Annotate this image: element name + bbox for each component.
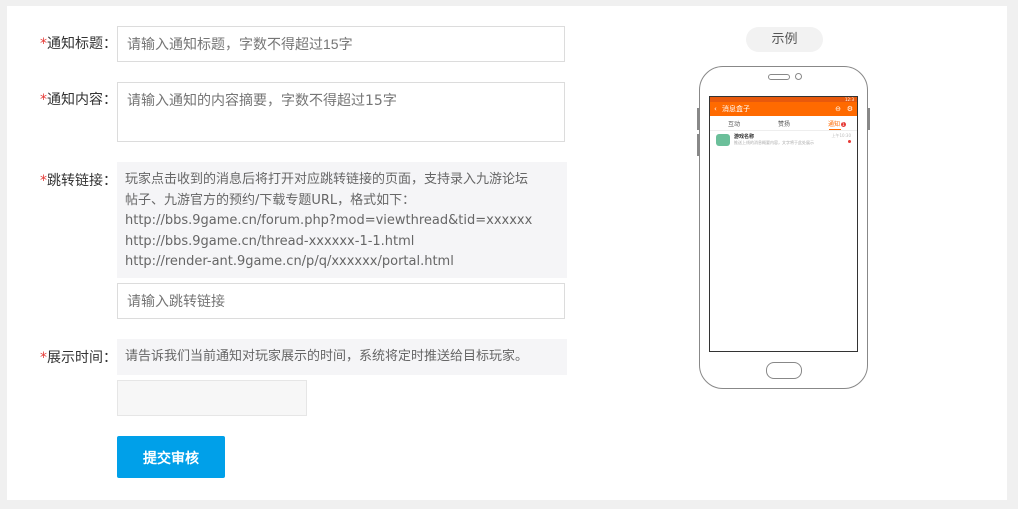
title-label-text: 通知标题： [47, 36, 117, 52]
unread-dot [848, 140, 851, 143]
phone-speaker [768, 74, 790, 80]
notice-badge: 1 [841, 122, 846, 127]
app-header: ‹ 消息盒子 ⊖ ⚙ [710, 102, 857, 116]
link-hint-line: 帖子、九游官方的预约/下载专题URL，格式如下： [125, 192, 416, 208]
phone-home-button [766, 362, 802, 379]
phone-side-button [697, 134, 699, 156]
tab-underline [829, 129, 841, 130]
required-mark: * [40, 92, 47, 108]
time-hint: 请告诉我们当前通知对玩家展示的时间，系统将定时推送给目标玩家。 [117, 339, 567, 375]
phone-side-button [868, 108, 870, 130]
link-hint-line: 玩家点击收到的消息后将打开对应跳转链接的页面，支持录入九游论坛 [125, 172, 529, 187]
link-hint-line: http://render-ant.9game.cn/p/q/xxxxxx/po… [125, 254, 454, 269]
time-label: *展示时间： [40, 348, 117, 368]
tab-notice-label: 通知 [828, 121, 841, 128]
link-label: *跳转链接： [40, 171, 117, 191]
tab-bar: 互动 赞扬 通知 1 [710, 116, 857, 131]
message-item[interactable]: 游戏名称 推送上线的消息概要内容，文字将于此处展示 上午10:30 [710, 131, 857, 147]
message-text: 推送上线的消息概要内容，文字将于此处展示 [734, 140, 814, 145]
link-hint-line: http://bbs.9game.cn/thread-xxxxxx-1-1.ht… [125, 233, 415, 249]
back-icon: ‹ [714, 105, 717, 113]
content-label-text: 通知内容： [47, 92, 117, 108]
title-input[interactable] [117, 26, 565, 62]
required-mark: * [40, 36, 47, 52]
time-input[interactable] [117, 380, 307, 416]
tab-likes[interactable]: 赞扬 [778, 119, 790, 128]
link-hint-line: http://bbs.9game.cn/forum.php?mod=viewth… [125, 213, 533, 228]
phone-screen: 12:3 ‹ 消息盒子 ⊖ ⚙ 互动 赞扬 通知 1 游戏名称 推送上线的消息概要… [709, 96, 858, 352]
game-avatar [716, 134, 730, 146]
link-hint: 玩家点击收到的消息后将打开对应跳转链接的页面，支持录入九游论坛 帖子、九游官方的… [117, 162, 567, 278]
required-mark: * [40, 173, 47, 189]
submit-button[interactable]: 提交审核 [117, 436, 225, 478]
example-tag: 示例 [746, 27, 823, 52]
chat-icon: ⊖ [835, 105, 841, 113]
phone-camera [795, 73, 802, 80]
gear-icon: ⚙ [846, 105, 853, 113]
title-label: *通知标题： [40, 34, 117, 54]
tab-interaction[interactable]: 互动 [728, 119, 740, 128]
tab-notice[interactable]: 通知 1 [828, 119, 846, 128]
required-mark: * [40, 350, 47, 366]
time-label-text: 展示时间： [47, 350, 117, 366]
link-input[interactable] [117, 283, 565, 319]
app-title: 消息盒子 [722, 105, 751, 113]
phone-side-button [697, 108, 699, 130]
link-label-text: 跳转链接： [47, 173, 117, 189]
content-textarea[interactable] [117, 82, 565, 142]
content-label: *通知内容： [40, 90, 117, 110]
message-time: 上午10:30 [831, 133, 851, 138]
